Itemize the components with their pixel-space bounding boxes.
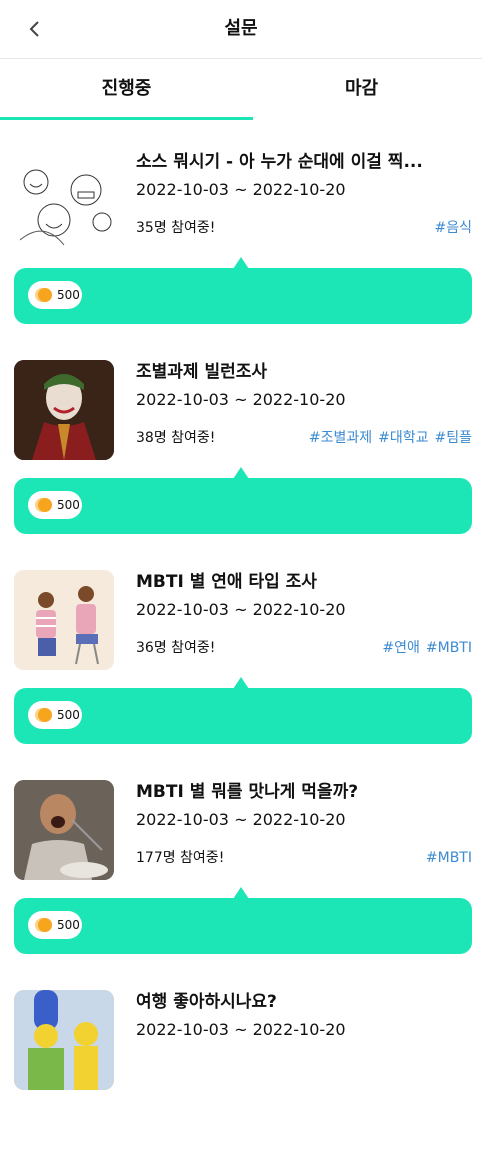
survey-dates: 2022-10-03 ~ 2022-10-20: [136, 1020, 346, 1039]
survey-thumbnail: [14, 780, 114, 880]
survey-dates: 2022-10-03 ~ 2022-10-20: [136, 180, 346, 199]
survey-dates: 2022-10-03 ~ 2022-10-20: [136, 810, 346, 829]
tab-closed[interactable]: 마감: [241, 60, 482, 120]
tag-list: #연애 #MBTI: [382, 638, 472, 658]
tag-list: #MBTI: [426, 848, 472, 868]
survey-card[interactable]: 여행 좋아하시나요? 2022-10-03 ~ 2022-10-20: [0, 960, 482, 1170]
survey-dates: 2022-10-03 ~ 2022-10-20: [136, 600, 346, 619]
participant-count: 38명 참여중!: [136, 430, 216, 446]
tag[interactable]: #팀플: [435, 428, 473, 448]
coin-icon: [38, 288, 52, 302]
tag[interactable]: #MBTI: [426, 638, 472, 658]
coin-icon: [38, 498, 52, 512]
tag[interactable]: #음식: [435, 218, 473, 238]
coin-icon: [38, 708, 52, 722]
reward-value: 500: [57, 918, 80, 932]
participant-count: 36명 참여중!: [136, 640, 216, 656]
reward-value: 500: [57, 498, 80, 512]
reward-banner[interactable]: 500: [14, 898, 472, 954]
reward-value: 500: [57, 288, 80, 302]
tag[interactable]: #대학교: [378, 428, 428, 448]
reward-value: 500: [57, 708, 80, 722]
survey-thumbnail: [14, 570, 114, 670]
survey-title: MBTI 별 뭐를 맛나게 먹을까?: [136, 782, 359, 802]
tab-in-progress[interactable]: 진행중: [0, 60, 253, 120]
participant-count: 177명 참여중!: [136, 850, 225, 866]
page-title: 설문: [224, 18, 258, 39]
survey-list: 소스 뭐시기 - 아 누가 순대에 이걸 찍... 2022-10-03 ~ 2…: [0, 120, 482, 1170]
tag[interactable]: #연애: [382, 638, 420, 658]
survey-card[interactable]: MBTI 별 뭐를 맛나게 먹을까? 2022-10-03 ~ 2022-10-…: [0, 750, 482, 960]
reward-chip: 500: [28, 701, 82, 729]
reward-chip: 500: [28, 911, 82, 939]
survey-thumbnail: [14, 360, 114, 460]
survey-title: 조별과제 빌런조사: [136, 362, 268, 382]
survey-title: 여행 좋아하시나요?: [136, 992, 277, 1012]
tag-list: #조별과제 #대학교 #팀플: [309, 428, 472, 448]
tag[interactable]: #MBTI: [426, 848, 472, 868]
survey-card[interactable]: 조별과제 빌런조사 2022-10-03 ~ 2022-10-20 38명 참여…: [0, 330, 482, 540]
coin-icon: [38, 918, 52, 932]
participant-count: 35명 참여중!: [136, 220, 216, 236]
survey-card[interactable]: 소스 뭐시기 - 아 누가 순대에 이걸 찍... 2022-10-03 ~ 2…: [0, 120, 482, 330]
reward-chip: 500: [28, 281, 82, 309]
survey-thumbnail: [14, 150, 114, 250]
tag-list: #음식: [435, 218, 473, 238]
survey-dates: 2022-10-03 ~ 2022-10-20: [136, 390, 346, 409]
reward-banner[interactable]: 500: [14, 478, 472, 534]
survey-thumbnail: [14, 990, 114, 1090]
reward-banner[interactable]: 500: [14, 268, 472, 324]
tab-bar: 진행중 마감: [0, 60, 482, 120]
survey-title: MBTI 별 연애 타입 조사: [136, 572, 317, 592]
survey-card[interactable]: MBTI 별 연애 타입 조사 2022-10-03 ~ 2022-10-20 …: [0, 540, 482, 750]
reward-banner[interactable]: 500: [14, 688, 472, 744]
survey-title: 소스 뭐시기 - 아 누가 순대에 이걸 찍...: [136, 152, 423, 172]
app-header: 설문: [0, 0, 482, 59]
reward-chip: 500: [28, 491, 82, 519]
tag[interactable]: #조별과제: [309, 428, 372, 448]
